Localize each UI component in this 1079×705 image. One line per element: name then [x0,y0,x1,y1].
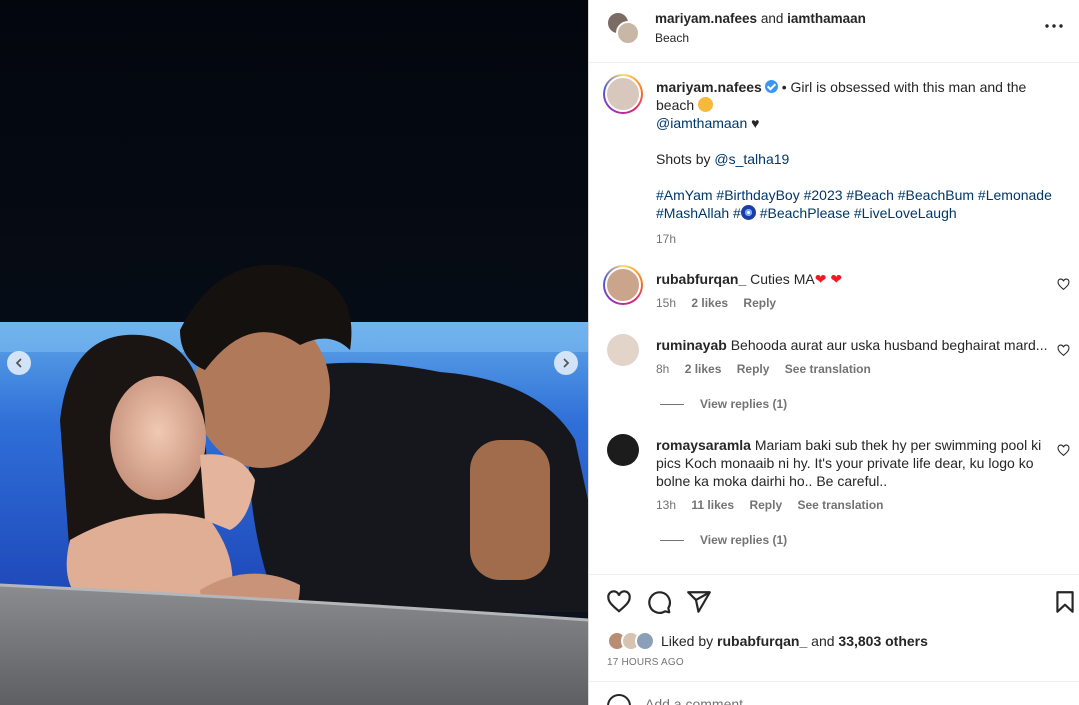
reply-button[interactable]: Reply [743,296,776,310]
caption-time[interactable]: 17h [656,230,1056,248]
comment-like-heart-icon[interactable] [1057,278,1070,291]
post-caption: mariyam.nafees • Girl is obsessed with t… [656,78,1056,248]
comment-time[interactable]: 8h [656,362,669,376]
mention-link[interactable]: @s_talha19 [714,151,789,167]
emoji-icon[interactable] [607,694,631,705]
next-image-button[interactable] [554,351,578,375]
author-username[interactable]: mariyam.nafees [655,11,757,26]
comment-likes[interactable]: 2 likes [691,296,728,310]
comment-meta: 8h 2 likes Reply See translation [656,362,883,376]
collab-avatars[interactable] [606,11,640,45]
bookmark-icon[interactable] [1052,589,1078,615]
comment-meta: 15h 2 likes Reply [656,296,788,310]
others-likes-link[interactable]: 33,803 others [838,633,928,649]
avatar[interactable] [607,334,639,366]
heart-icon[interactable] [606,589,632,615]
mention-link[interactable]: @iamthamaan [656,115,747,131]
post-media [0,0,588,705]
comment-username[interactable]: rubabfurqan_ [656,271,746,287]
likes-text: Liked by rubabfurqan_ and 33,803 others [661,633,928,649]
add-comment-bar [589,681,1079,705]
liker-username[interactable]: rubabfurqan_ [717,633,807,649]
chevron-right-icon [563,358,570,368]
view-replies-button[interactable]: View replies (1) [660,397,787,411]
post-location[interactable]: Beach [655,31,689,45]
chevron-left-icon [15,358,22,368]
hashtags-line[interactable]: #MashAllah # [656,205,741,221]
verified-badge-icon [764,80,778,93]
comment-text: ruminayab Behooda aurat aur uska husband… [656,337,1048,353]
hashtags-line[interactable]: #BeachPlease #LiveLoveLaugh [756,205,957,221]
post-authors: mariyam.nafees and iamthamaan [655,11,866,26]
comment-like-heart-icon[interactable] [1057,344,1070,357]
caption-username[interactable]: mariyam.nafees [656,79,762,95]
comment-text: romaysaramla Mariam baki sub thek hy per… [656,437,1042,489]
post-header: mariyam.nafees and iamthamaan Beach [589,0,1079,63]
hashtags-line[interactable]: #AmYam #BirthdayBoy #2023 #Beach #BeachB… [656,187,1052,203]
likes-summary: Liked by rubabfurqan_ and 33,803 others [607,631,928,651]
divider [660,539,684,541]
comment-text: rubabfurqan_ Cuties MA❤ ❤ [656,271,843,287]
reply-button[interactable]: Reply [737,362,770,376]
view-replies-button[interactable]: View replies (1) [660,533,787,547]
comment-time[interactable]: 13h [656,498,676,512]
divider [660,403,684,405]
post-actions: Liked by rubabfurqan_ and 33,803 others … [589,574,1079,705]
see-translation-button[interactable]: See translation [785,362,871,376]
comment-likes[interactable]: 11 likes [691,498,734,512]
comment-meta: 13h 11 likes Reply See translation [656,498,896,512]
reply-button[interactable]: Reply [749,498,782,512]
author-username[interactable]: iamthamaan [787,11,866,26]
comment-icon[interactable] [646,589,672,615]
post-photo [0,0,588,705]
avatar[interactable] [603,74,643,114]
post-side-panel: mariyam.nafees and iamthamaan Beach mari… [588,0,1079,705]
comment-input[interactable] [645,696,1005,705]
see-translation-button[interactable]: See translation [797,498,883,512]
share-icon[interactable] [686,589,712,615]
comment-username[interactable]: romaysaramla [656,437,751,453]
comments-section[interactable]: mariyam.nafees • Girl is obsessed with t… [589,64,1079,574]
comment-time[interactable]: 15h [656,296,676,310]
avatar[interactable] [603,265,643,305]
nazar-amulet-emoji-icon [740,205,756,220]
avatar[interactable] [635,631,655,651]
smiling-face-emoji-icon [698,97,714,112]
avatar[interactable] [616,21,640,45]
more-options-button[interactable] [1044,16,1064,36]
previous-image-button[interactable] [7,351,31,375]
comment-username[interactable]: ruminayab [656,337,727,353]
comment-like-heart-icon[interactable] [1057,444,1070,457]
post-timestamp[interactable]: 17 HOURS AGO [607,657,684,668]
avatar[interactable] [607,434,639,466]
comment-likes[interactable]: 2 likes [685,362,722,376]
more-horizontal-icon [1045,24,1063,28]
